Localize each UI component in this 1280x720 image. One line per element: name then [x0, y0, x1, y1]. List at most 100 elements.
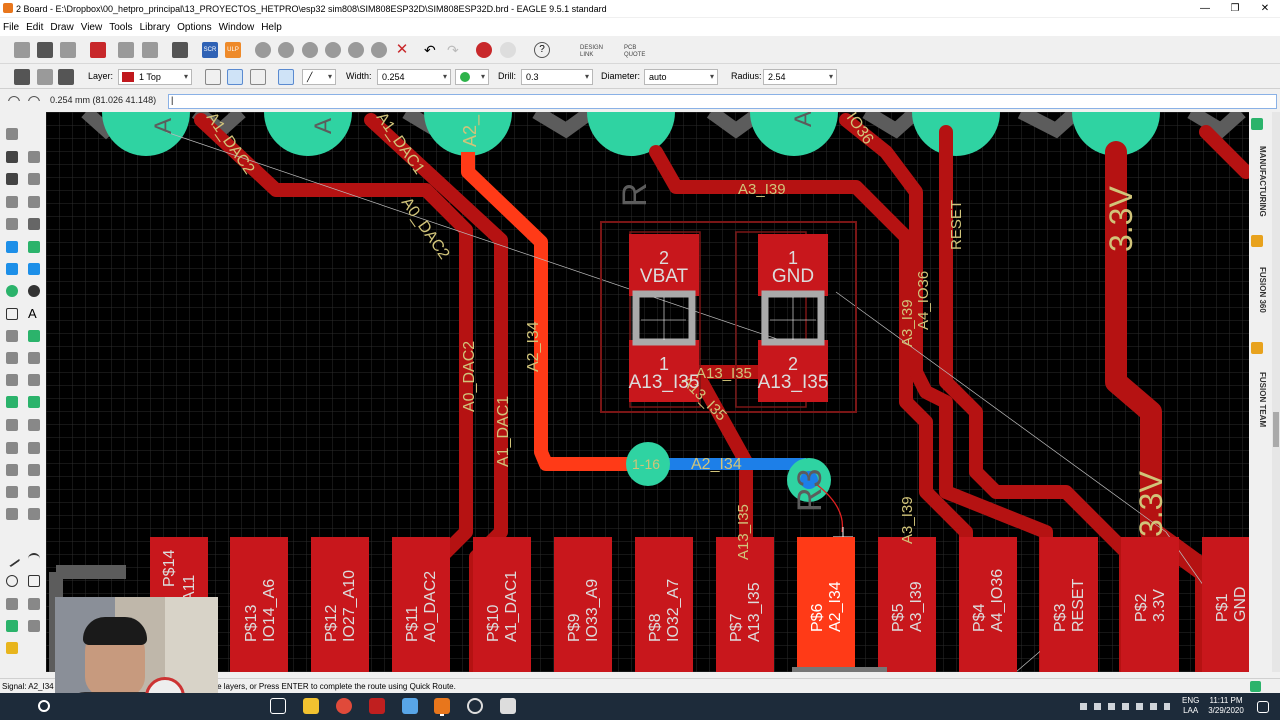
- radius-select[interactable]: 2.54: [763, 69, 837, 85]
- stop-icon[interactable]: [476, 42, 492, 58]
- erc-icon[interactable]: [6, 620, 18, 632]
- add-icon[interactable]: [28, 396, 40, 408]
- zoom-out-icon[interactable]: [302, 42, 318, 58]
- miter-icon[interactable]: [250, 69, 266, 85]
- warning-icon[interactable]: [6, 642, 18, 654]
- rotate-icon[interactable]: [6, 173, 18, 185]
- tag-icon[interactable]: [28, 464, 40, 476]
- via-shape-select[interactable]: [455, 69, 489, 85]
- lock-icon[interactable]: [6, 508, 18, 520]
- menu-help[interactable]: Help: [261, 22, 282, 33]
- cam-icon[interactable]: [172, 42, 188, 58]
- pcb-quote-button[interactable]: PCB QUOTE: [624, 45, 645, 59]
- minimize-icon[interactable]: —: [1190, 0, 1220, 17]
- unlock-icon[interactable]: [28, 508, 40, 520]
- filter-icon[interactable]: [58, 69, 74, 85]
- layer-select[interactable]: 1 Top: [118, 69, 192, 85]
- select-icon[interactable]: [6, 128, 18, 140]
- attribute-icon[interactable]: [6, 486, 18, 498]
- clock[interactable]: 11:11 PM 3/29/2020: [1200, 696, 1252, 716]
- layer-settings-icon[interactable]: [14, 69, 30, 85]
- menu-view[interactable]: View: [81, 22, 103, 33]
- zoom-last-icon[interactable]: [325, 42, 341, 58]
- wrench-icon[interactable]: [28, 218, 40, 230]
- zoom-in-icon[interactable]: [278, 42, 294, 58]
- meander-icon[interactable]: [6, 352, 18, 364]
- wire-style-icon[interactable]: [227, 69, 243, 85]
- acrobat-icon[interactable]: [369, 698, 385, 714]
- scrollbar-thumb[interactable]: [1273, 412, 1279, 447]
- horizontal-scrollbar[interactable]: [792, 667, 887, 672]
- mirror-icon[interactable]: [28, 151, 40, 163]
- polygon-icon[interactable]: [6, 308, 18, 320]
- cancel-cross-icon[interactable]: ✕: [394, 42, 410, 58]
- hole-icon[interactable]: [28, 285, 40, 297]
- paste-icon[interactable]: [28, 196, 40, 208]
- zoom-select-icon[interactable]: [348, 42, 364, 58]
- bend-select[interactable]: ╱: [302, 69, 336, 85]
- schematic-icon[interactable]: [90, 42, 106, 58]
- align-icon[interactable]: [28, 173, 40, 185]
- command-input[interactable]: |: [168, 94, 1277, 109]
- move-icon[interactable]: [6, 151, 18, 163]
- wire-bend-icon[interactable]: [205, 69, 221, 85]
- ripup-icon[interactable]: [28, 241, 40, 253]
- go-icon[interactable]: [500, 42, 516, 58]
- tab-fusion-team[interactable]: FUSION TEAM: [1251, 360, 1267, 440]
- design-link-button[interactable]: DESIGN LINK: [580, 45, 603, 59]
- grid-icon[interactable]: [37, 69, 53, 85]
- drill-select[interactable]: 0.3: [521, 69, 593, 85]
- board-drawing[interactable]: A A A2_ A A1_DAC2 A1_DAC1 A0_DAC2 IO36 R…: [46, 112, 1249, 672]
- menu-options[interactable]: Options: [177, 22, 211, 33]
- group-icon[interactable]: [6, 396, 18, 408]
- fanout-icon[interactable]: [28, 263, 40, 275]
- dimension-icon[interactable]: [6, 598, 18, 610]
- delete-icon[interactable]: [6, 218, 18, 230]
- value-icon[interactable]: [28, 419, 40, 431]
- notification-icon[interactable]: [1257, 701, 1269, 713]
- split-icon[interactable]: [6, 330, 18, 342]
- help-icon[interactable]: ?: [534, 42, 550, 58]
- app-icon-blue[interactable]: [402, 698, 418, 714]
- miter-tool-icon[interactable]: [28, 352, 40, 364]
- width-select[interactable]: 0.254: [377, 69, 451, 85]
- board-canvas[interactable]: A A A2_ A A1_DAC2 A1_DAC1 A0_DAC2 IO36 R…: [46, 112, 1249, 672]
- slice-icon[interactable]: [28, 374, 40, 386]
- menu-library[interactable]: Library: [140, 22, 171, 33]
- replace-icon[interactable]: [28, 442, 40, 454]
- explorer-icon[interactable]: [303, 698, 319, 714]
- clock-app-icon[interactable]: [467, 698, 483, 714]
- smash-icon[interactable]: [6, 442, 18, 454]
- restore-icon[interactable]: ❐: [1220, 0, 1250, 17]
- task-view-icon[interactable]: [270, 698, 286, 714]
- new-file-icon[interactable]: [14, 42, 30, 58]
- via-icon[interactable]: [6, 285, 18, 297]
- library-icon[interactable]: [142, 42, 158, 58]
- language-indicator[interactable]: ENG LAA: [1182, 696, 1199, 716]
- change-icon[interactable]: [6, 464, 18, 476]
- save-icon[interactable]: [37, 42, 53, 58]
- calculator-icon[interactable]: [500, 698, 516, 714]
- circle-icon[interactable]: [6, 575, 18, 587]
- name-icon[interactable]: [6, 419, 18, 431]
- print-icon[interactable]: [60, 42, 76, 58]
- diameter-select[interactable]: auto: [644, 69, 718, 85]
- route-mode-icon[interactable]: [278, 69, 294, 85]
- menu-tools[interactable]: Tools: [109, 22, 132, 33]
- copy-icon[interactable]: [6, 196, 18, 208]
- script-icon[interactable]: SCR: [202, 42, 218, 58]
- menu-window[interactable]: Window: [219, 22, 255, 33]
- autoroute-icon[interactable]: [6, 263, 18, 275]
- menu-edit[interactable]: Edit: [26, 22, 43, 33]
- close-icon[interactable]: ✕: [1250, 0, 1280, 17]
- search-icon[interactable]: [38, 700, 50, 712]
- wire-icon[interactable]: [3, 550, 21, 568]
- menu-draw[interactable]: Draw: [50, 22, 73, 33]
- redo-icon[interactable]: ↷: [447, 42, 463, 58]
- eagle-icon[interactable]: [434, 698, 450, 714]
- target-icon[interactable]: [28, 486, 40, 498]
- tab-manufacturing[interactable]: MANUFACTURING: [1251, 134, 1267, 229]
- rect-icon[interactable]: [28, 575, 40, 587]
- tab-fusion-360[interactable]: FUSION 360: [1251, 252, 1267, 327]
- optimize-icon[interactable]: [6, 374, 18, 386]
